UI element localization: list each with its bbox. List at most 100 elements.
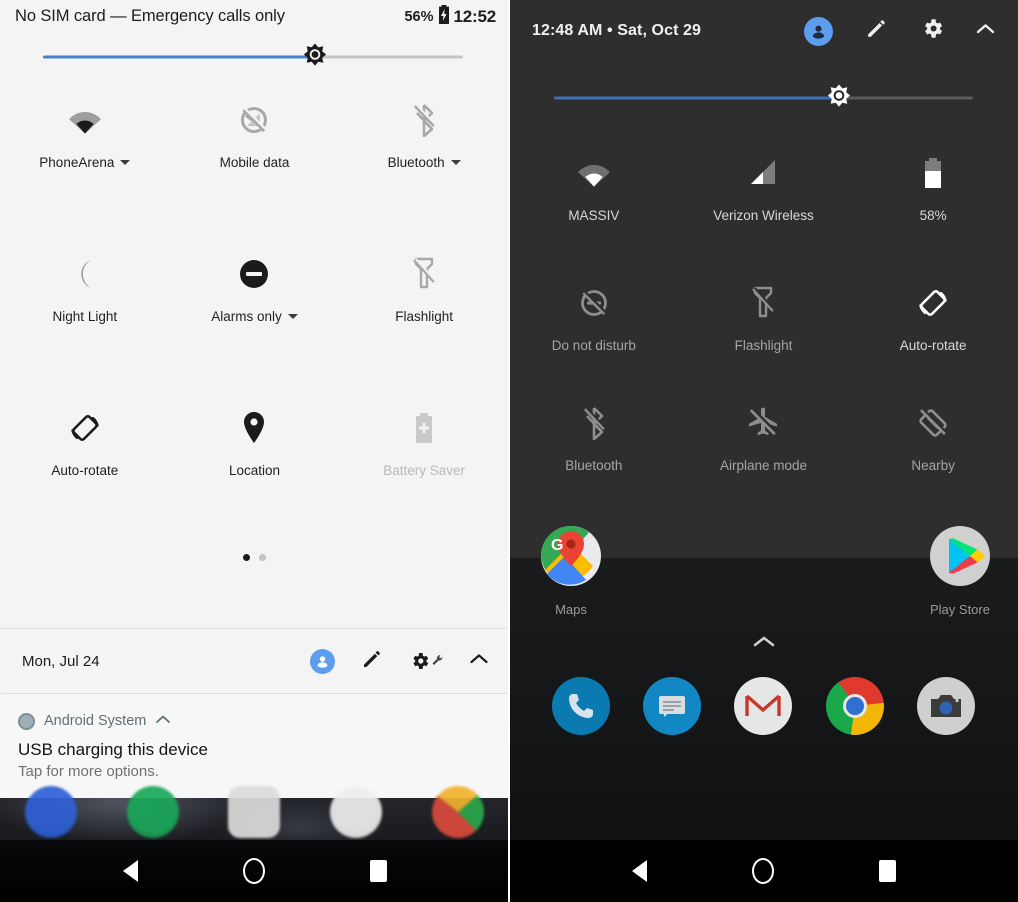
header-clock-date: 12:48 AM • Sat, Oct 29 [532, 22, 702, 39]
camera-icon[interactable] [917, 677, 976, 735]
gmail-icon[interactable] [734, 677, 793, 735]
tile-label-wrap: 58% [920, 208, 947, 223]
auto-rotate-icon [68, 407, 102, 449]
panel-divider [508, 0, 510, 902]
notification-title: USB charging this device [18, 740, 208, 759]
tile-bluetooth[interactable]: Bluetooth [509, 394, 679, 514]
collapse-chevron-up-icon[interactable] [469, 652, 489, 671]
edit-pencil-icon[interactable] [361, 648, 383, 675]
carrier-text: No SIM card — Emergency calls only [15, 7, 285, 25]
tile-signal[interactable]: Verizon Wireless [679, 134, 849, 264]
brightness-icon[interactable] [298, 38, 332, 77]
tile-label-wrap: Location [229, 463, 280, 478]
tile-label: Night Light [52, 309, 118, 324]
tile-label: Flashlight [395, 309, 454, 324]
home-app-maps[interactable]: G Maps [541, 526, 601, 617]
do-not-disturb-off-icon [577, 282, 611, 324]
tile-battery[interactable]: 58% [848, 134, 1018, 264]
chevron-down-icon[interactable] [450, 160, 461, 165]
home-circle-icon[interactable] [751, 858, 774, 884]
bluetooth-off-icon [409, 99, 439, 141]
tile-location[interactable]: Location [170, 389, 340, 543]
tile-wifi[interactable]: PhoneArena [0, 81, 170, 235]
page-dot-inactive[interactable] [259, 553, 266, 561]
slider-fill [43, 55, 315, 59]
brightness-icon[interactable] [822, 79, 856, 118]
battery-saver-icon [412, 407, 436, 449]
tile-label: Auto-rotate [899, 338, 967, 353]
blurred-app-icon [228, 786, 281, 838]
airplane-off-icon [746, 402, 780, 444]
tile-mobile-data[interactable]: Mobile data [170, 81, 340, 235]
messages-icon[interactable] [643, 677, 702, 735]
tile-flashlight[interactable]: Flashlight [339, 235, 509, 389]
chrome-icon[interactable] [825, 677, 884, 735]
home-app-label: Maps [555, 602, 587, 617]
dual-screenshot-comparison: No SIM card — Emergency calls only 56% 1… [0, 0, 1018, 902]
battery-icon [922, 152, 944, 194]
home-app-play-store[interactable]: Play Store [930, 526, 990, 617]
tile-wifi[interactable]: MASSIV [509, 134, 679, 264]
battery-charging-icon [438, 4, 450, 29]
back-triangle-icon[interactable] [122, 860, 138, 882]
tile-label-wrap: Night Light [53, 309, 118, 324]
tile-label-wrap: Auto-rotate [900, 338, 967, 353]
recents-square-icon[interactable] [369, 860, 387, 882]
settings-gear-wrench-icon[interactable] [409, 651, 443, 671]
notification-app-row: Android System [18, 712, 509, 730]
battery-percent-label: 56% [404, 8, 434, 25]
right-qs-header: 12:48 AM • Sat, Oct 29 [509, 0, 1018, 62]
tile-label-wrap: Mobile data [220, 155, 290, 170]
flashlight-off-icon [750, 282, 776, 324]
tile-airplane-mode[interactable]: Airplane mode [679, 394, 849, 514]
edit-pencil-icon[interactable] [865, 17, 888, 45]
tile-battery-saver[interactable]: Battery Saver [339, 389, 509, 543]
flashlight-off-icon [411, 253, 437, 295]
settings-gear-icon[interactable] [920, 17, 943, 45]
notification-card[interactable]: Android System USB charging this device … [0, 694, 509, 798]
tile-label: Do not disturb [551, 338, 636, 353]
left-navigation-bar [0, 840, 509, 902]
left-qs-footer: Mon, Jul 24 [0, 628, 509, 693]
tile-bluetooth[interactable]: Bluetooth [339, 81, 509, 235]
status-bar-right: 56% 12:52 [404, 4, 497, 29]
chevron-down-icon[interactable] [287, 314, 298, 319]
left-quick-settings-panel: No SIM card — Emergency calls only 56% 1… [0, 0, 509, 902]
tile-night-light[interactable]: Night Light [0, 235, 170, 389]
auto-rotate-icon [916, 282, 950, 324]
collapse-chevron-up-icon[interactable] [975, 22, 996, 41]
tile-alarms-only[interactable]: Alarms only [170, 235, 340, 389]
recents-square-icon[interactable] [878, 860, 896, 882]
status-bar-clock: 12:52 [453, 6, 497, 26]
blurred-app-icon [432, 786, 485, 838]
tile-auto-rotate[interactable]: Auto-rotate [848, 264, 1018, 394]
wifi-icon [67, 99, 103, 141]
right-quick-settings-panel: 12:48 AM • Sat, Oct 29 MASSIV Verizon Wi… [509, 0, 1018, 902]
chevron-down-icon[interactable] [120, 160, 131, 165]
app-drawer-handle[interactable] [509, 632, 1018, 650]
left-tile-grid: PhoneArena Mobile data Bluetooth Night L… [0, 81, 509, 543]
page-dot-active[interactable] [243, 553, 250, 561]
left-brightness-slider[interactable] [0, 33, 509, 81]
tile-label: Bluetooth [387, 155, 445, 170]
tile-label-wrap: Alarms only [211, 309, 298, 324]
tile-label: Bluetooth [565, 458, 623, 473]
home-circle-icon[interactable] [242, 858, 265, 884]
user-avatar-icon[interactable] [804, 16, 833, 46]
back-triangle-icon[interactable] [631, 860, 647, 882]
tile-label-wrap: Do not disturb [552, 338, 636, 353]
tile-label: 58% [919, 208, 947, 223]
phone-icon[interactable] [551, 677, 610, 735]
tile-flashlight[interactable]: Flashlight [679, 264, 849, 394]
tile-nearby[interactable]: Nearby [848, 394, 1018, 514]
tile-label: Mobile data [219, 155, 290, 170]
right-brightness-slider[interactable] [509, 62, 1018, 134]
mobile-data-off-icon [237, 99, 271, 141]
tile-label-wrap: Bluetooth [565, 458, 622, 473]
tile-label-wrap: Bluetooth [388, 155, 461, 170]
left-page-indicator[interactable] [0, 543, 509, 571]
chevron-up-icon[interactable] [155, 712, 171, 730]
user-avatar-icon[interactable] [310, 648, 335, 674]
tile-auto-rotate[interactable]: Auto-rotate [0, 389, 170, 543]
tile-do-not-disturb[interactable]: Do not disturb [509, 264, 679, 394]
